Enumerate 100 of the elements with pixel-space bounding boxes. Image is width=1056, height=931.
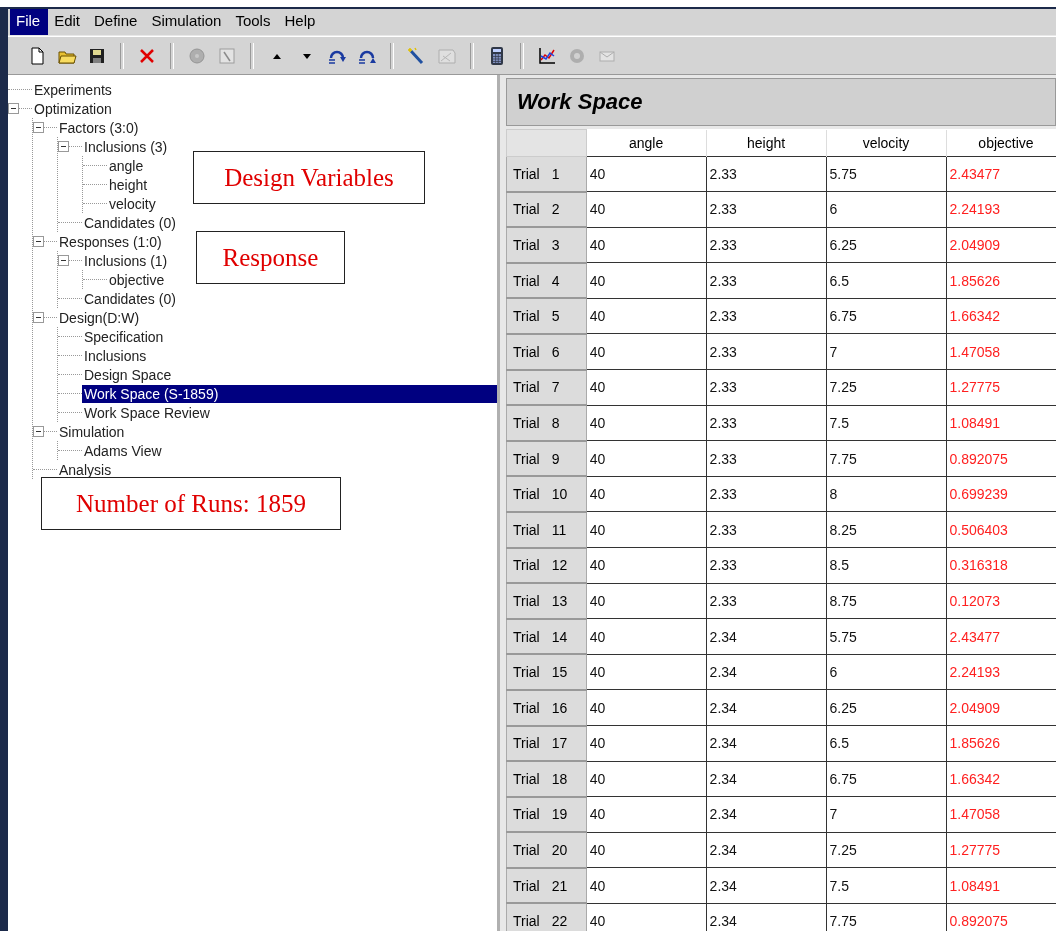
table-cell: 2.33 xyxy=(706,440,827,477)
tree-item[interactable]: Analysis xyxy=(57,460,114,479)
tree-item[interactable]: objective xyxy=(107,270,167,289)
tree-item[interactable]: Work Space (S-1859) xyxy=(82,384,497,403)
collapse-icon[interactable] xyxy=(8,103,19,114)
row-header[interactable]: Trial 8 xyxy=(506,405,587,441)
table-cell: 7.75 xyxy=(826,440,946,477)
row-header[interactable]: Trial 6 xyxy=(506,333,587,370)
row-header[interactable]: Trial 13 xyxy=(506,583,587,619)
menu-item[interactable]: Edit xyxy=(48,9,89,35)
row-label: Trial xyxy=(513,414,540,431)
table-cell: 8.5 xyxy=(826,547,946,584)
table-cell: 7.5 xyxy=(826,867,946,904)
collapse-icon[interactable] xyxy=(33,312,44,323)
tree-item[interactable]: velocity xyxy=(107,194,158,213)
row-header[interactable]: Trial 22 xyxy=(506,903,587,931)
tree-item[interactable]: Optimization xyxy=(32,99,114,118)
collapse-icon[interactable] xyxy=(58,141,69,152)
tree-item[interactable]: Specification xyxy=(82,327,166,346)
table-cell: 2.33 xyxy=(706,511,827,548)
table-cell: 40 xyxy=(586,405,707,441)
row-header[interactable]: Trial 19 xyxy=(506,796,587,833)
row-label: Trial xyxy=(513,735,540,752)
table-cell: 40 xyxy=(586,227,707,263)
row-header[interactable]: Trial 9 xyxy=(506,440,587,477)
table-cell: 40 xyxy=(586,476,707,512)
row-label: Trial xyxy=(513,877,540,894)
table-cell: 2.33 xyxy=(706,405,827,441)
table-cell: 7 xyxy=(826,333,946,370)
row-number: 2 xyxy=(551,201,560,218)
row-number: 8 xyxy=(551,414,560,431)
row-header[interactable]: Trial 14 xyxy=(506,618,587,655)
collapse-icon[interactable] xyxy=(33,236,44,247)
table-cell: 6.5 xyxy=(826,725,946,762)
tree-item[interactable]: Candidates (0) xyxy=(82,289,178,308)
table-cell: 40 xyxy=(586,832,707,868)
table-cell: 40 xyxy=(586,262,707,299)
row-label: Trial xyxy=(513,628,540,645)
tree-item[interactable]: Simulation xyxy=(57,422,127,441)
column-header[interactable]: angle xyxy=(586,129,707,157)
row-header[interactable]: Trial 3 xyxy=(506,227,587,263)
row-header[interactable]: Trial 7 xyxy=(506,369,587,406)
row-header[interactable]: Trial 11 xyxy=(506,511,587,548)
tree-item[interactable]: Inclusions xyxy=(82,346,149,365)
menu-item[interactable]: File xyxy=(10,9,49,35)
column-header[interactable]: velocity xyxy=(826,129,946,157)
table-cell: 2.33 xyxy=(706,547,827,584)
row-header[interactable]: Trial 16 xyxy=(506,689,587,726)
row-number: 14 xyxy=(551,628,568,645)
table-cell: 40 xyxy=(586,618,707,655)
row-header[interactable]: Trial 4 xyxy=(506,262,587,299)
menu-item[interactable]: Help xyxy=(278,9,324,35)
tree-item[interactable]: height xyxy=(107,175,150,194)
row-header[interactable]: Trial 21 xyxy=(506,867,587,904)
tree-item[interactable]: Adams View xyxy=(82,441,164,460)
tree-item[interactable]: Design(D:W) xyxy=(57,308,142,327)
row-label: Trial xyxy=(513,343,540,360)
table-cell: 40 xyxy=(586,654,707,690)
annotation-label: Number of Runs: 1859 xyxy=(41,477,341,530)
tree-item[interactable]: Experiments xyxy=(32,80,114,99)
column-header[interactable]: objective xyxy=(946,129,1056,157)
table-cell: 6.25 xyxy=(826,227,946,263)
row-label: Trial xyxy=(513,308,540,325)
table-cell: 40 xyxy=(586,333,707,370)
tree-item[interactable]: Work Space Review xyxy=(82,403,212,422)
table-cell: 40 xyxy=(586,689,707,726)
row-number: 16 xyxy=(551,699,568,716)
row-label: Trial xyxy=(513,201,540,218)
row-header[interactable]: Trial 15 xyxy=(506,654,587,690)
tree-item[interactable]: Candidates (0) xyxy=(82,213,178,232)
collapse-icon[interactable] xyxy=(33,426,44,437)
tree-item[interactable]: Factors (3:0) xyxy=(57,118,141,137)
row-header[interactable]: Trial 18 xyxy=(506,761,587,797)
row-number: 1 xyxy=(551,165,560,182)
row-header[interactable]: Trial 12 xyxy=(506,547,587,584)
tree-item[interactable]: angle xyxy=(107,156,146,175)
row-number: 10 xyxy=(551,486,568,503)
row-label: Trial xyxy=(513,770,540,787)
menu-item[interactable]: Define xyxy=(88,9,146,35)
row-header[interactable]: Trial 20 xyxy=(506,832,587,868)
collapse-icon[interactable] xyxy=(58,255,69,266)
row-header[interactable]: Trial 5 xyxy=(506,298,587,334)
row-label: Trial xyxy=(513,165,540,182)
tree-item[interactable]: Inclusions (3) xyxy=(82,137,170,156)
tree-item[interactable]: Inclusions (1) xyxy=(82,251,170,270)
collapse-icon[interactable] xyxy=(33,122,44,133)
menu-item[interactable]: Tools xyxy=(229,9,279,35)
tree-item[interactable]: Design Space xyxy=(82,365,174,384)
table-cell: 40 xyxy=(586,547,707,584)
tree-item[interactable]: Responses (1:0) xyxy=(57,232,164,251)
row-header[interactable]: Trial 17 xyxy=(506,725,587,762)
row-label: Trial xyxy=(513,379,540,396)
row-number: 7 xyxy=(551,379,560,396)
row-header[interactable]: Trial 1 xyxy=(506,156,587,192)
table-cell: 2.33 xyxy=(706,298,827,334)
row-header[interactable]: Trial 2 xyxy=(506,191,587,228)
table-cell: 2.34 xyxy=(706,832,827,868)
row-header[interactable]: Trial 10 xyxy=(506,476,587,512)
menu-item[interactable]: Simulation xyxy=(145,9,230,35)
column-header[interactable]: height xyxy=(706,129,827,157)
